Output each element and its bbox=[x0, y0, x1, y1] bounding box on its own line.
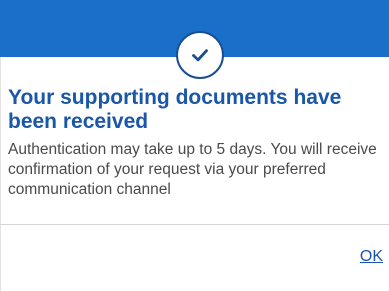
checkmark-icon bbox=[192, 49, 208, 62]
confirmation-dialog: Your supporting documents have been rece… bbox=[0, 0, 389, 291]
ok-button[interactable]: OK bbox=[360, 247, 383, 267]
success-badge bbox=[176, 31, 224, 79]
dialog-divider bbox=[0, 224, 389, 225]
dialog-message: Authentication may take up to 5 days. Yo… bbox=[8, 141, 377, 198]
dialog-left-border bbox=[0, 57, 1, 291]
dialog-title: Your supporting documents have been rece… bbox=[8, 86, 342, 133]
